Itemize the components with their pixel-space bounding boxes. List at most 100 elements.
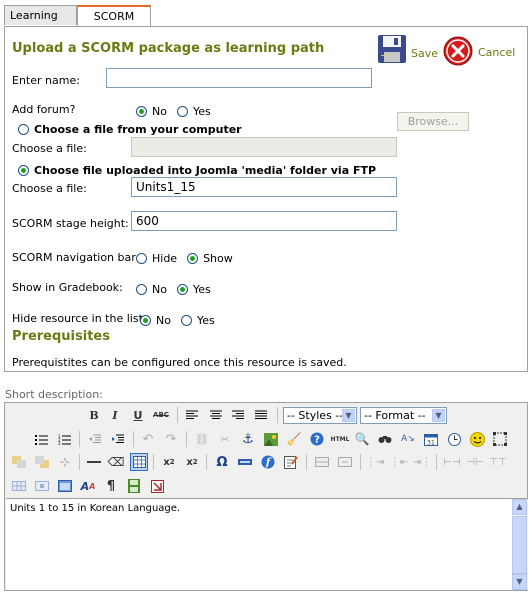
- find-icon[interactable]: [376, 430, 394, 448]
- align-right-icon[interactable]: [229, 406, 247, 424]
- bullet-list-icon[interactable]: [32, 430, 50, 448]
- preview-icon[interactable]: 🔍: [353, 430, 371, 448]
- gradebook-label: Show in Gradebook:: [12, 281, 123, 294]
- choose-file-label: Choose a file:: [12, 142, 87, 155]
- editor-content-text: Units 1 to 15 in Korean Language.: [10, 503, 181, 514]
- column-before-icon[interactable]: ⋮⇥: [366, 453, 384, 471]
- delete-row-icon[interactable]: [336, 453, 354, 471]
- scroll-down-icon[interactable]: ▼: [512, 574, 527, 590]
- cancel-button[interactable]: Cancel: [443, 36, 515, 66]
- indent-icon[interactable]: [109, 430, 127, 448]
- short-description-label: Short description:: [5, 388, 103, 401]
- split-cells-icon[interactable]: ⊢⊣: [443, 453, 461, 471]
- gradebook-yes-radio[interactable]: [176, 284, 188, 295]
- delete-column-icon[interactable]: ⇥⋮: [413, 453, 431, 471]
- choose-computer-radio[interactable]: [18, 124, 29, 135]
- toolbar-separator: [177, 407, 178, 423]
- align-center-icon[interactable]: [207, 406, 225, 424]
- cancel-label: Cancel: [478, 46, 516, 59]
- tab-scorm[interactable]: SCORM: [77, 5, 151, 27]
- gradebook-radio-group: No Yes: [136, 283, 221, 296]
- gradebook-no-label: No: [152, 283, 167, 296]
- font-style-icon[interactable]: AA: [79, 477, 97, 495]
- link-icon[interactable]: ⛓: [193, 430, 211, 448]
- name-input[interactable]: [106, 68, 372, 88]
- browse-button: Browse...: [397, 112, 469, 131]
- nav-bar-show-radio[interactable]: [187, 253, 199, 264]
- insert-time-icon[interactable]: [445, 430, 463, 448]
- media-icon[interactable]: [236, 453, 254, 471]
- styles-select[interactable]: -- Styles -- ▼: [283, 407, 357, 424]
- nav-bar-hide-radio[interactable]: [136, 253, 147, 264]
- subscript-icon[interactable]: x2: [160, 453, 178, 471]
- redo-icon[interactable]: ↷: [162, 430, 180, 448]
- visual-aid-icon[interactable]: [130, 453, 148, 471]
- unlink-icon[interactable]: ✂: [216, 430, 234, 448]
- cleanup-icon[interactable]: 🧹: [285, 430, 303, 448]
- styles-select-value: -- Styles --: [287, 409, 344, 422]
- format-select[interactable]: -- Format -- ▼: [360, 407, 447, 424]
- nav-bar-show-label: Show: [203, 252, 233, 265]
- absolute-layer-icon[interactable]: ⊹: [56, 453, 74, 471]
- page-break-icon[interactable]: [125, 477, 143, 495]
- forum-radio-group: No Yes: [136, 105, 221, 118]
- toolbar-separator: [360, 454, 361, 470]
- italic-icon[interactable]: I: [106, 406, 124, 424]
- editor-content-area[interactable]: Units 1 to 15 in Korean Language.: [6, 498, 512, 590]
- eraser-icon[interactable]: ⌫: [107, 453, 125, 471]
- chevron-down-icon: ▼: [432, 409, 445, 422]
- insert-row-icon[interactable]: [313, 453, 331, 471]
- read-more-icon[interactable]: [148, 477, 166, 495]
- svg-text:3: 3: [58, 441, 61, 445]
- align-left-icon[interactable]: [183, 406, 201, 424]
- hide-resource-no-radio[interactable]: [140, 315, 151, 326]
- forum-yes-radio[interactable]: [176, 106, 188, 117]
- toolbar-separator: [79, 454, 80, 470]
- fullscreen-icon[interactable]: [491, 430, 509, 448]
- stage-height-input[interactable]: [131, 211, 397, 231]
- find-replace-icon[interactable]: A↘: [399, 430, 417, 448]
- anchor-icon[interactable]: ⚓: [239, 430, 257, 448]
- toolbar-separator: [436, 454, 437, 470]
- edit-attributes-icon[interactable]: [282, 453, 300, 471]
- gradebook-no-radio[interactable]: [136, 284, 147, 295]
- insert-table-icon[interactable]: [56, 477, 74, 495]
- column-after-icon[interactable]: ⋮⇤: [390, 453, 408, 471]
- ftp-file-input[interactable]: [131, 177, 397, 197]
- flash-icon[interactable]: f: [259, 453, 277, 471]
- help-icon[interactable]: ?: [308, 430, 326, 448]
- numbered-list-icon[interactable]: 123: [55, 430, 73, 448]
- scroll-up-icon[interactable]: ▲: [512, 499, 527, 515]
- image-icon[interactable]: [262, 430, 280, 448]
- superscript-icon[interactable]: x2: [183, 453, 201, 471]
- toolbar-separator: [277, 407, 278, 423]
- horizontal-rule-icon[interactable]: [85, 453, 103, 471]
- outdent-icon[interactable]: [86, 430, 104, 448]
- align-justify-icon[interactable]: [252, 406, 270, 424]
- insert-date-icon[interactable]: 31: [422, 430, 440, 448]
- bold-icon[interactable]: B: [85, 406, 103, 424]
- paragraph-icon[interactable]: ¶: [102, 477, 120, 495]
- row-props-icon[interactable]: [10, 477, 28, 495]
- rich-text-editor: B I U ABC -- Styles -- ▼ -- Format -- ▼ 12…: [4, 402, 528, 591]
- gradebook-yes-label: Yes: [192, 283, 211, 296]
- table-props-icon[interactable]: ⊤⊤: [489, 453, 507, 471]
- editor-scrollbar[interactable]: ▲ ▼: [512, 498, 528, 590]
- scroll-thumb[interactable]: [512, 516, 527, 574]
- cell-props-icon[interactable]: [33, 477, 51, 495]
- strikethrough-icon[interactable]: ABC: [152, 406, 170, 424]
- chevron-down-icon: ▼: [342, 409, 355, 422]
- underline-icon[interactable]: U: [129, 406, 147, 424]
- choose-ftp-radio[interactable]: [18, 165, 29, 176]
- html-source-icon[interactable]: HTML: [331, 430, 350, 448]
- special-character-icon[interactable]: Ω: [213, 453, 231, 471]
- hide-resource-yes-radio[interactable]: [180, 315, 192, 326]
- save-button[interactable]: Save: [376, 33, 438, 65]
- copy-layer-icon[interactable]: [10, 453, 28, 471]
- undo-icon[interactable]: ↶: [139, 430, 157, 448]
- forum-no-radio[interactable]: [136, 106, 147, 117]
- emoticon-icon[interactable]: [468, 430, 486, 448]
- move-layer-icon[interactable]: [33, 453, 51, 471]
- merge-cells-icon[interactable]: ⊣⊢: [466, 453, 484, 471]
- tab-learning-path[interactable]: Learning path: [4, 5, 77, 42]
